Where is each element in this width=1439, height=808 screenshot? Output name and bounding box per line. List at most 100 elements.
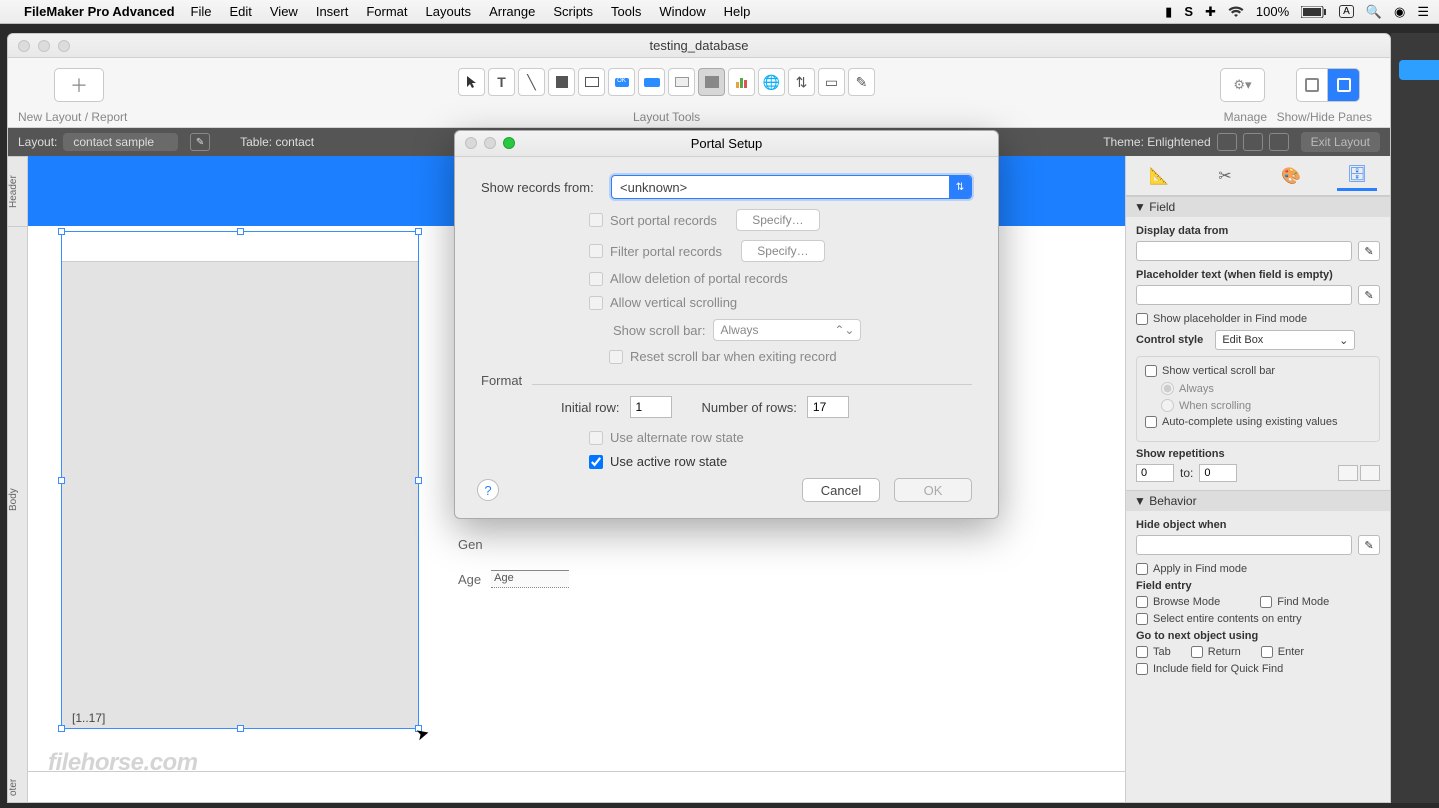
- return-checkbox[interactable]: Return: [1191, 646, 1241, 658]
- new-layout-button[interactable]: [54, 68, 104, 102]
- cancel-button[interactable]: Cancel: [802, 478, 880, 502]
- left-pane-toggle[interactable]: [1296, 68, 1328, 102]
- show-vscroll-checkbox[interactable]: Show vertical scroll bar: [1145, 365, 1371, 377]
- help-button[interactable]: ?: [477, 479, 499, 501]
- section-behavior-header[interactable]: ▼ Behavior: [1126, 491, 1390, 511]
- menu-view[interactable]: View: [270, 4, 298, 19]
- tab-checkbox[interactable]: Tab: [1136, 646, 1171, 658]
- inspector-tab-appearance-icon[interactable]: 🎨: [1271, 161, 1311, 191]
- allow-delete-checkbox[interactable]: Allow deletion of portal records: [589, 271, 972, 286]
- menu-layouts[interactable]: Layouts: [426, 4, 472, 19]
- slider-tool-icon[interactable]: ⇅: [788, 68, 815, 96]
- show-records-select[interactable]: <unknown> ⇅: [611, 175, 972, 199]
- tab-tool-icon[interactable]: [668, 68, 695, 96]
- reps-from-input[interactable]: [1136, 464, 1174, 482]
- menu-tools[interactable]: Tools: [611, 4, 641, 19]
- status-s-icon[interactable]: S: [1184, 4, 1193, 19]
- show-placeholder-checkbox[interactable]: Show placeholder in Find mode: [1136, 313, 1380, 325]
- vscroll-always-radio[interactable]: Always: [1161, 382, 1371, 395]
- autocomplete-checkbox[interactable]: Auto-complete using existing values: [1145, 416, 1371, 428]
- button-tool-icon[interactable]: OK: [608, 68, 635, 96]
- chevron-updown-icon[interactable]: ⇅: [949, 176, 971, 198]
- field-tool-icon[interactable]: [578, 68, 605, 96]
- apply-find-checkbox[interactable]: Apply in Find mode: [1136, 563, 1380, 575]
- control-style-select[interactable]: Edit Box⌄: [1215, 330, 1355, 350]
- text-style-icon[interactable]: [1269, 133, 1289, 151]
- sort-records-checkbox[interactable]: Sort portal records Specify…: [589, 209, 972, 231]
- menu-arrange[interactable]: Arrange: [489, 4, 535, 19]
- part-header-label[interactable]: Header: [8, 156, 27, 226]
- dialog-minimize-icon[interactable]: [484, 137, 496, 149]
- placeholder-edit-icon[interactable]: ✎: [1358, 285, 1380, 305]
- initial-row-input[interactable]: [630, 396, 672, 418]
- filter-records-checkbox[interactable]: Filter portal records Specify…: [589, 240, 972, 262]
- menu-scripts[interactable]: Scripts: [553, 4, 593, 19]
- layout-selector[interactable]: contact sample: [63, 133, 178, 151]
- portal-tool-icon[interactable]: [698, 68, 725, 96]
- hide-object-edit-icon[interactable]: ✎: [1358, 535, 1380, 555]
- enter-checkbox[interactable]: Enter: [1261, 646, 1304, 658]
- reps-to-input[interactable]: [1199, 464, 1237, 482]
- zoom-icon[interactable]: [58, 40, 70, 52]
- num-rows-input[interactable]: [807, 396, 849, 418]
- app-name[interactable]: FileMaker Pro Advanced: [24, 4, 175, 19]
- menu-insert[interactable]: Insert: [316, 4, 349, 19]
- close-icon[interactable]: [18, 40, 30, 52]
- keyboard-icon[interactable]: A: [1339, 5, 1354, 18]
- text-tool-icon[interactable]: T: [488, 68, 515, 96]
- reset-scroll-checkbox[interactable]: Reset scroll bar when exiting record: [609, 349, 972, 364]
- buttonbar-tool-icon[interactable]: [638, 68, 665, 96]
- webviewer-tool-icon[interactable]: 🌐: [758, 68, 785, 96]
- display-data-input[interactable]: [1136, 241, 1352, 261]
- dialog-close-icon[interactable]: [465, 137, 477, 149]
- field-picker-icon[interactable]: ✎: [848, 68, 875, 96]
- active-row-state-checkbox[interactable]: Use active row state: [589, 454, 972, 469]
- theme-grid2-icon[interactable]: [1243, 133, 1263, 151]
- rectangle-tool-icon[interactable]: [548, 68, 575, 96]
- menu-help[interactable]: Help: [724, 4, 751, 19]
- placeholder-input[interactable]: [1136, 285, 1352, 305]
- field-box[interactable]: Age: [491, 570, 569, 588]
- select-entire-checkbox[interactable]: Select entire contents on entry: [1136, 613, 1380, 625]
- part-footer-label[interactable]: oter: [8, 772, 27, 802]
- include-quickfind-checkbox[interactable]: Include field for Quick Find: [1136, 663, 1380, 675]
- reps-horizontal-icon[interactable]: [1360, 465, 1380, 481]
- vscroll-when-radio[interactable]: When scrolling: [1161, 399, 1371, 412]
- status-app-icon[interactable]: ▮: [1165, 4, 1172, 20]
- allow-vscroll-checkbox[interactable]: Allow vertical scrolling: [589, 295, 972, 310]
- scrollbar-select[interactable]: Always⌃⌄: [713, 319, 861, 341]
- menu-edit[interactable]: Edit: [229, 4, 251, 19]
- chart-tool-icon[interactable]: [728, 68, 755, 96]
- section-field-header[interactable]: ▼ Field: [1126, 197, 1390, 217]
- selected-portal-object[interactable]: [61, 231, 419, 729]
- sort-specify-button[interactable]: Specify…: [736, 209, 820, 231]
- notifications-icon[interactable]: ☰: [1417, 4, 1429, 20]
- pointer-tool-icon[interactable]: [458, 68, 485, 96]
- browse-mode-checkbox[interactable]: Browse Mode: [1136, 596, 1220, 608]
- ok-button[interactable]: OK: [894, 478, 972, 502]
- find-mode-checkbox[interactable]: Find Mode: [1260, 596, 1329, 608]
- status-plus-icon[interactable]: ✚: [1205, 4, 1216, 20]
- dialog-zoom-icon[interactable]: [503, 137, 515, 149]
- inspector-tab-styles-icon[interactable]: ✂: [1205, 161, 1245, 191]
- inspector-tab-data-icon[interactable]: 🗄: [1337, 161, 1377, 191]
- siri-icon[interactable]: ◉: [1394, 4, 1405, 20]
- menu-file[interactable]: File: [191, 4, 212, 19]
- menu-window[interactable]: Window: [659, 4, 705, 19]
- popover-tool-icon[interactable]: ▭: [818, 68, 845, 96]
- edit-layout-icon[interactable]: ✎: [190, 133, 210, 151]
- hide-object-input[interactable]: [1136, 535, 1352, 555]
- part-body-label[interactable]: Body: [8, 226, 27, 772]
- exit-layout-button[interactable]: Exit Layout: [1301, 132, 1380, 152]
- line-tool-icon[interactable]: ╲: [518, 68, 545, 96]
- wifi-icon[interactable]: [1228, 6, 1244, 18]
- reps-vertical-icon[interactable]: [1338, 465, 1358, 481]
- right-pane-toggle[interactable]: [1328, 68, 1360, 102]
- theme-grid-icon[interactable]: [1217, 133, 1237, 151]
- manage-button[interactable]: ⚙︎▾: [1220, 68, 1265, 102]
- spotlight-icon[interactable]: 🔍: [1366, 4, 1382, 20]
- minimize-icon[interactable]: [38, 40, 50, 52]
- display-data-edit-icon[interactable]: ✎: [1358, 241, 1380, 261]
- alt-row-state-checkbox[interactable]: Use alternate row state: [589, 430, 972, 445]
- filter-specify-button[interactable]: Specify…: [741, 240, 825, 262]
